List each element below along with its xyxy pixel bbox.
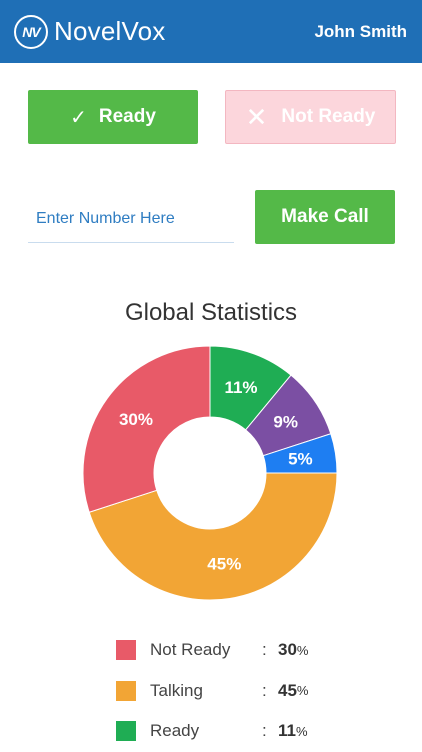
legend-swatch [116, 680, 136, 701]
make-call-button-label: Make Call [281, 206, 369, 227]
check-icon: ✓ [70, 106, 87, 129]
legend-value: 30 [278, 640, 297, 660]
chart-title: Global Statistics [124, 299, 298, 326]
legend-unit: % [296, 683, 309, 699]
donut-svg: 11% 9% 5% 45% 30% [82, 345, 338, 601]
novelvox-logo-icon: NV [14, 14, 48, 49]
legend-swatch [116, 721, 136, 742]
legend-item: Talking : 45% [116, 671, 356, 712]
legend-colon: : [262, 640, 267, 660]
ready-button[interactable]: ✓ Ready [28, 90, 198, 144]
legend-value: 11 [278, 721, 296, 741]
legend-swatch [116, 640, 136, 661]
legend-label: Ready [150, 721, 200, 741]
app-header: NV NovelVox John Smith [0, 0, 422, 63]
legend-value: 45 [278, 680, 297, 700]
user-name[interactable]: John Smith [314, 22, 407, 42]
legend-item: Ready : 11% [116, 711, 356, 752]
global-statistics-donut-chart: 11% 9% 5% 45% 30% [80, 345, 340, 601]
donut-slice-label: 30% [119, 410, 153, 429]
close-icon: ✕ [245, 101, 268, 132]
donut-slice-label: 45% [207, 554, 241, 573]
donut-slice-label: 5% [288, 450, 313, 469]
not-ready-button[interactable]: ✕ Not Ready [225, 90, 396, 144]
legend-colon: : [262, 680, 267, 700]
legend-item: Not Ready : 30% [116, 630, 356, 671]
legend-colon: : [262, 721, 267, 741]
chart-legend: Not Ready : 30% Talking : 45% Ready : 11… [116, 630, 356, 752]
legend-label: Not Ready [150, 640, 231, 660]
brand-logo: NV NovelVox [14, 14, 166, 49]
not-ready-button-label: Not Ready [281, 106, 376, 127]
donut-slice-label: 9% [273, 413, 298, 432]
make-call-button[interactable]: Make Call [255, 190, 395, 244]
brand-name: NovelVox [54, 16, 166, 46]
legend-unit: % [295, 723, 308, 739]
ready-button-label: Ready [98, 106, 156, 127]
donut-slice-label: 11% [224, 378, 257, 397]
legend-unit: % [296, 642, 309, 658]
legend-label: Talking [150, 680, 203, 700]
phone-number-input[interactable] [28, 195, 234, 243]
